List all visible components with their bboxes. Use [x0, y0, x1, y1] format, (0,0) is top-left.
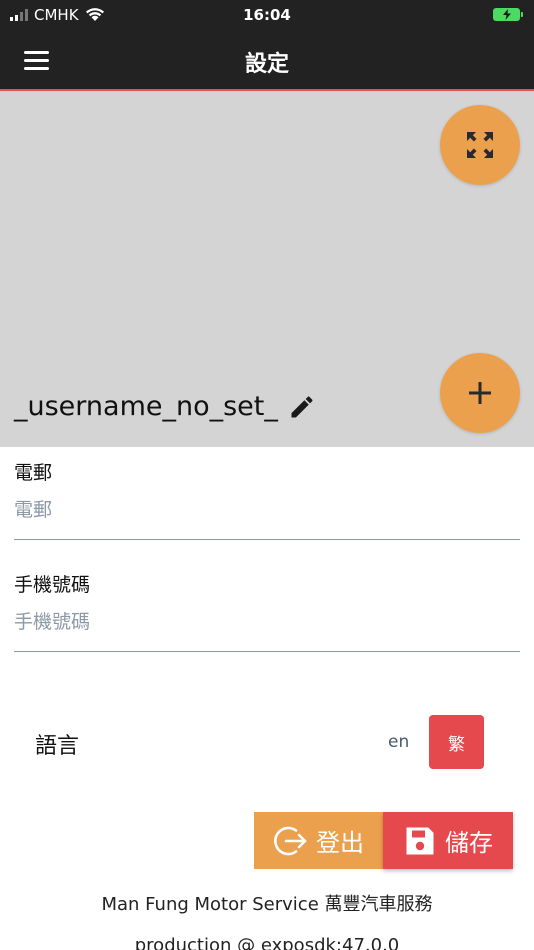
logout-icon — [274, 826, 307, 855]
add-photo-button[interactable] — [440, 353, 520, 433]
profile-banner: _username_no_set_ — [0, 91, 534, 447]
battery-charging-icon — [493, 8, 523, 21]
logout-label: 登出 — [316, 829, 364, 857]
page-title: 設定 — [244, 52, 289, 77]
app-version: production @ exposdk:47.0.0 — [134, 935, 400, 950]
plus-icon — [469, 382, 491, 404]
username-label: _username_no_set_ — [14, 391, 278, 422]
language-option-en[interactable]: en — [388, 732, 409, 752]
app-header: 設定 — [0, 30, 534, 91]
expand-button[interactable] — [440, 105, 520, 185]
expand-arrows-icon — [467, 132, 493, 158]
logout-button[interactable]: 登出 — [254, 812, 384, 869]
language-option-zh[interactable]: 繁 — [429, 715, 484, 769]
save-button[interactable]: 儲存 — [383, 812, 513, 869]
email-label: 電郵 — [14, 462, 53, 484]
username-row: _username_no_set_ — [14, 391, 316, 422]
company-name: Man Fung Motor Service 萬豐汽車服務 — [101, 894, 433, 915]
phone-input[interactable] — [14, 606, 520, 638]
language-label: 語言 — [35, 734, 80, 759]
pencil-icon[interactable] — [288, 393, 316, 421]
floppy-disk-icon — [406, 827, 434, 854]
status-time: 16:04 — [243, 6, 291, 24]
phone-field: 手機號碼 — [14, 570, 520, 652]
email-input[interactable] — [14, 494, 520, 526]
phone-label: 手機號碼 — [14, 574, 91, 596]
save-label: 儲存 — [445, 829, 493, 857]
status-bar: CMHK 16:04 — [0, 0, 534, 30]
email-field: 電郵 — [14, 458, 520, 540]
